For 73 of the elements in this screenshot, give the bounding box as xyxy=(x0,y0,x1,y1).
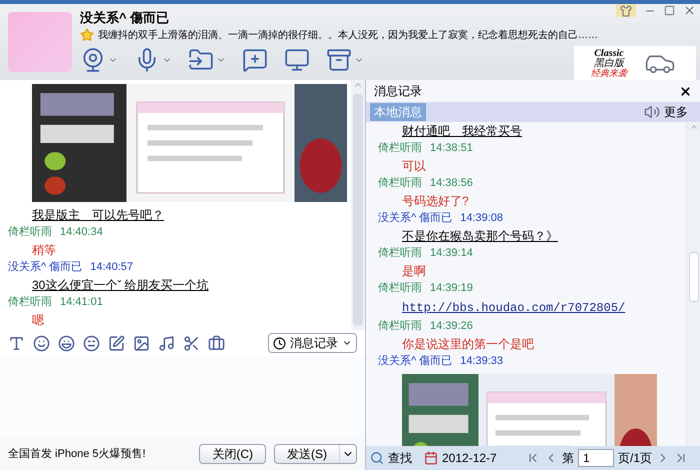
sender-name: 倚栏听雨 xyxy=(378,141,422,156)
sender-name: 倚栏听雨 xyxy=(8,295,52,310)
message-time: 14:39:08 xyxy=(460,211,504,226)
message-text: 我是版主 可以先号吧？ xyxy=(32,208,164,222)
page-label: 页/1页 xyxy=(618,450,652,467)
message-time: 14:40:57 xyxy=(90,260,134,275)
folder-icon[interactable] xyxy=(188,46,226,72)
maximize-icon[interactable] xyxy=(664,4,675,17)
sender-name: 没关系^ 傷而已 xyxy=(378,354,452,369)
ad-text: 经典来袭 xyxy=(591,68,627,78)
message-time: 14:40:34 xyxy=(60,225,103,240)
message-link[interactable]: http://bbs.houdao.com/r7072805/ xyxy=(402,301,626,315)
message-input[interactable] xyxy=(0,356,365,438)
message-time: 14:39:33 xyxy=(460,354,504,369)
message-text: 你是说这里的第一个是吧 xyxy=(402,337,534,351)
clock-icon xyxy=(273,336,286,350)
emoji-icon[interactable] xyxy=(83,334,100,352)
music-icon[interactable] xyxy=(158,334,175,352)
smiley-icon[interactable] xyxy=(33,334,50,352)
message-time: 14:39:26 xyxy=(430,319,473,334)
skin-icon[interactable] xyxy=(616,4,636,17)
sender-name: 倚栏听雨 xyxy=(378,246,422,261)
close-button[interactable]: 关闭(C) xyxy=(199,444,266,464)
avatar xyxy=(8,12,72,72)
face-icon[interactable] xyxy=(58,334,75,352)
sender-name: 没关系^ 傷而已 xyxy=(8,260,82,275)
speaker-icon[interactable] xyxy=(644,104,660,120)
edit-icon[interactable] xyxy=(108,334,125,352)
sender-name: 倚栏听雨 xyxy=(378,281,422,296)
sender-name: 倚栏听雨 xyxy=(8,225,52,240)
message-time: 14:38:51 xyxy=(430,141,473,156)
message-text: 可以 xyxy=(402,159,426,173)
scissors-icon[interactable] xyxy=(183,334,200,352)
message-time: 14:39:19 xyxy=(430,281,473,296)
message-text: 嗯 xyxy=(32,313,44,327)
briefcase-icon[interactable] xyxy=(208,334,225,352)
image-icon[interactable] xyxy=(133,334,150,352)
sender-name: 没关系^ 傷而已 xyxy=(378,210,452,226)
star-icon xyxy=(80,28,94,42)
message-text: 财付通吧 我经常买号 xyxy=(402,124,522,138)
message-text: 稍等 xyxy=(32,243,56,257)
calendar-icon[interactable] xyxy=(424,451,438,465)
history-button[interactable]: 消息记录 xyxy=(268,333,357,353)
page-field[interactable]: 1 xyxy=(578,449,614,467)
ad-text: 黑白版 xyxy=(594,58,624,68)
message-time: 14:41:01 xyxy=(60,295,103,310)
signature-text: 我缠抖的双手上滑落的泪滴、一滴一滴掉的很仔细。。本人没死，因为我爱上了寂寞，纪念着思想死去的自己…… xyxy=(98,28,598,42)
monitor-icon[interactable] xyxy=(284,46,310,72)
panel-title: 消息记录 xyxy=(374,83,422,100)
scrollbar[interactable] xyxy=(351,80,365,330)
message-add-icon[interactable] xyxy=(242,46,268,72)
sender-name: 倚栏听雨 xyxy=(378,176,422,191)
close-icon[interactable] xyxy=(679,84,692,98)
sender-name: 倚栏听雨 xyxy=(378,319,422,334)
message-text: 不是你在猴岛卖那个号码？》 xyxy=(402,229,558,243)
font-icon[interactable] xyxy=(8,334,25,352)
message-text: 是啊 xyxy=(402,264,426,278)
date-text: 2012-12-7 xyxy=(442,450,497,467)
window-title: 没关系^ 傷而已 xyxy=(80,9,170,27)
message-text: 30这么便宜一个ˇ 给朋友买一个坑 xyxy=(32,278,209,292)
search-icon[interactable] xyxy=(370,451,384,465)
send-button[interactable]: 发送(S) xyxy=(274,444,357,464)
scrollbar[interactable] xyxy=(686,122,700,446)
ad-text: Classic xyxy=(594,48,624,58)
page-label: 第 xyxy=(562,450,574,467)
ad-text: 全国首发 iPhone 5火爆预售! xyxy=(8,446,147,462)
message-text: 号码选好了? xyxy=(402,194,469,208)
more-link[interactable]: 更多 xyxy=(664,103,688,121)
message-time: 14:39:14 xyxy=(430,246,473,261)
scroll-thumb[interactable] xyxy=(688,252,698,302)
search-button[interactable]: 查找 xyxy=(388,449,412,467)
box-icon[interactable] xyxy=(326,46,364,72)
message-time: 14:38:56 xyxy=(430,176,473,191)
